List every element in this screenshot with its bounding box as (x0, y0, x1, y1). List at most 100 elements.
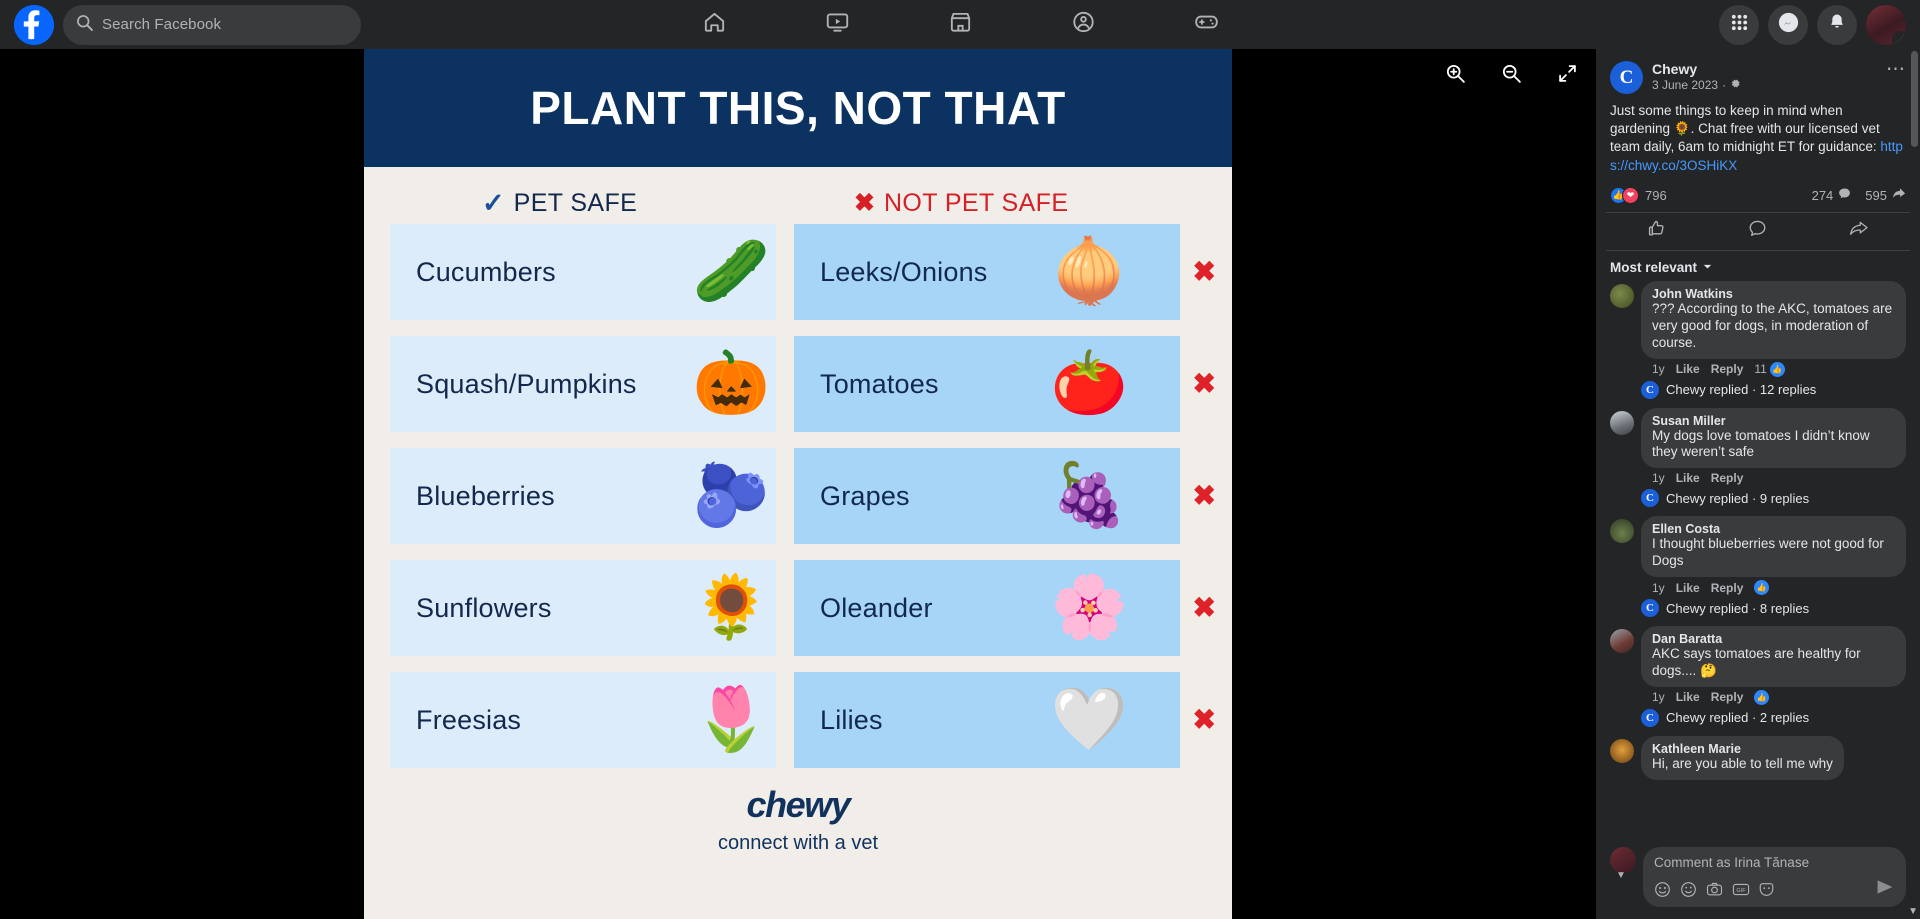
nav-home[interactable] (653, 0, 776, 49)
messenger-button[interactable] (1768, 4, 1808, 45)
comment-item: Susan Miller My dogs love tomatoes I didn… (1610, 407, 1906, 515)
zoom-in-button[interactable] (1438, 59, 1472, 93)
commenter-avatar[interactable] (1610, 283, 1634, 308)
page-replied-row[interactable]: C Chewy replied · 12 replies (1641, 379, 1906, 406)
scrollbar-thumb[interactable] (1911, 51, 1918, 147)
composer-avatar[interactable]: ▼ (1610, 847, 1636, 881)
facebook-logo-icon[interactable] (14, 4, 54, 45)
page-scrollbar[interactable] (1910, 49, 1919, 919)
not-pet-safe-plant-image: 🍅 (1050, 349, 1128, 418)
comment-like-button[interactable]: Like (1676, 690, 1700, 704)
reactions-summary[interactable]: 👍 ❤ 796 (1610, 186, 1667, 204)
pet-safe-plant-image: 🌻 (692, 573, 770, 642)
photo-viewer-stage: PLANT THIS, NOT THAT ✓ PET SAFE ✖ NOT PE… (0, 49, 1596, 919)
gear-icon[interactable] (1730, 78, 1741, 92)
commenter-avatar[interactable] (1610, 738, 1634, 763)
camera-icon[interactable] (1706, 881, 1723, 898)
comments-count-item[interactable]: 274 (1812, 187, 1852, 203)
comment-like-count[interactable]: 11 👍 (1754, 361, 1785, 377)
pet-safe-cell: Blueberries 🫐 (390, 448, 776, 544)
comment-sort-selector[interactable]: Most relevant (1596, 251, 1920, 281)
post-date[interactable]: 3 June 2023 (1652, 78, 1718, 92)
pet-safe-heading: ✓ PET SAFE (390, 189, 798, 218)
commenter-avatar[interactable] (1610, 629, 1634, 653)
nav-watch[interactable] (776, 0, 899, 49)
notifications-button[interactable] (1817, 4, 1857, 45)
not-pet-safe-plant-name: Tomatoes (820, 368, 939, 399)
not-pet-safe-cell: Grapes 🍇 ✖ (794, 448, 1216, 544)
comment-like-button[interactable]: Like (1676, 581, 1700, 595)
post-menu-button[interactable]: ⋯ (1886, 60, 1906, 80)
nav-gaming[interactable] (1145, 0, 1268, 49)
commenter-avatar[interactable] (1610, 519, 1634, 544)
account-avatar[interactable]: ✓ (1866, 4, 1906, 45)
comment-like-count[interactable]: 👍 (1754, 580, 1770, 595)
page-replied-row[interactable]: C Chewy replied · 2 replies (1641, 707, 1906, 734)
commenter-avatar[interactable] (1610, 410, 1634, 435)
gif-icon[interactable]: GIF (1732, 881, 1750, 898)
commenter-name[interactable]: John Watkins (1652, 287, 1895, 301)
page-replied-row[interactable]: C Chewy replied · 9 replies (1641, 487, 1906, 514)
check-icon: ✓ (482, 188, 505, 218)
groups-icon (1070, 9, 1096, 40)
post-author-name[interactable]: Chewy (1652, 61, 1877, 77)
comment-placeholder: Comment as Irina Tănase (1654, 855, 1810, 870)
sticker-smiley-icon[interactable] (1680, 881, 1697, 898)
comment-like-button[interactable]: Like (1676, 362, 1700, 376)
comment-like-count[interactable]: 👍 (1754, 689, 1770, 705)
avatar-mask-icon[interactable] (1758, 881, 1775, 898)
infographic-image[interactable]: PLANT THIS, NOT THAT ✓ PET SAFE ✖ NOT PE… (364, 49, 1232, 919)
not-pet-safe-cell: Tomatoes 🍅 ✖ (794, 336, 1216, 432)
page-replied-row[interactable]: C Chewy replied · 8 replies (1641, 597, 1906, 624)
thumbs-up-icon (1647, 219, 1666, 243)
separator-dot: · (1722, 78, 1727, 92)
comment-button[interactable] (1707, 213, 1808, 250)
comment-item: Dan Baratta AKC says tomatoes are healthy… (1610, 626, 1906, 734)
commenter-name[interactable]: Ellen Costa (1652, 522, 1895, 536)
menu-button[interactable] (1719, 4, 1759, 45)
comment-reply-button[interactable]: Reply (1711, 362, 1744, 376)
chewy-avatar-icon: C (1641, 599, 1659, 617)
zoom-in-icon (1445, 63, 1466, 89)
comment-time: 1y (1652, 690, 1665, 705)
grid-menu-icon (1730, 13, 1749, 37)
pet-safe-cell: Sunflowers 🌻 (390, 560, 776, 656)
comment-bubble: Dan Baratta AKC says tomatoes are healthy… (1641, 626, 1906, 687)
expand-button[interactable] (1550, 59, 1584, 93)
send-button[interactable] (1875, 878, 1895, 901)
share-button[interactable] (1809, 213, 1910, 250)
comment-input[interactable]: Comment as Irina Tănase GIF (1643, 847, 1906, 907)
comment-reply-button[interactable]: Reply (1711, 471, 1744, 485)
nav-marketplace[interactable] (899, 0, 1022, 49)
comment-like-button[interactable]: Like (1676, 471, 1700, 485)
not-pet-safe-label: NOT PET SAFE (883, 189, 1069, 217)
post-author-avatar[interactable]: C (1610, 61, 1643, 94)
chewy-avatar-icon: C (1641, 489, 1659, 508)
shares-count-item[interactable]: 595 (1865, 187, 1906, 203)
comment-reply-button[interactable]: Reply (1711, 581, 1744, 595)
zoom-out-button[interactable] (1494, 59, 1528, 93)
commenter-name[interactable]: Dan Baratta (1652, 632, 1895, 646)
shares-count: 595 (1865, 187, 1887, 203)
chewy-avatar-icon: C (1641, 380, 1659, 399)
pet-safe-cell: Squash/Pumpkins 🎃 (390, 336, 776, 432)
video-icon (824, 9, 850, 40)
emoji-icon[interactable] (1654, 881, 1671, 898)
plant-row: Cucumbers 🥒 Leeks/Onions 🧅 ✖ (390, 224, 1216, 320)
comment-actions: 1y Like Reply 👍 (1641, 687, 1906, 707)
comment-bubble: John Watkins??? According to the AKC, to… (1641, 280, 1906, 359)
search-input[interactable]: Search Facebook (63, 4, 361, 45)
replied-label: Chewy replied · 2 replies (1666, 710, 1810, 726)
comment-reply-button[interactable]: Reply (1711, 690, 1744, 704)
nav-groups[interactable] (1022, 0, 1145, 49)
commenter-name[interactable]: Kathleen Marie (1652, 742, 1833, 756)
comment-actions: 1y Like Reply 11 👍 (1641, 359, 1906, 379)
commenter-name[interactable]: Susan Miller (1652, 414, 1895, 428)
cross-icon: ✖ (1192, 704, 1216, 735)
cross-icon: ✖ (1192, 480, 1216, 511)
like-button[interactable] (1606, 213, 1707, 250)
comment-item: John Watkins??? According to the AKC, to… (1610, 280, 1906, 406)
share-arrow-icon (1849, 219, 1869, 243)
cross-icon: ✖ (1192, 256, 1216, 287)
chewy-tagline: connect with a vet (717, 832, 879, 854)
